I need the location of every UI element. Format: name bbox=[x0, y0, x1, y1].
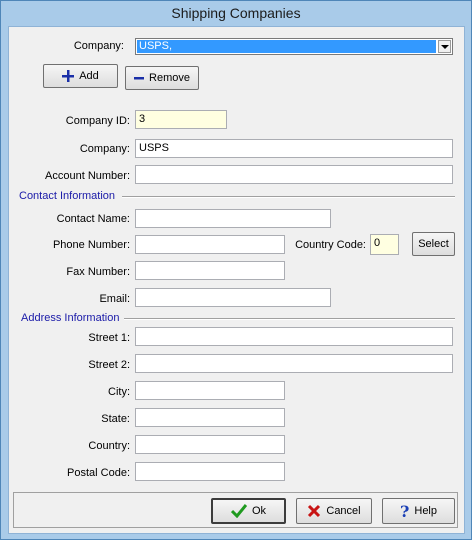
plus-icon bbox=[62, 70, 75, 82]
add-button[interactable]: Add bbox=[43, 64, 118, 88]
chevron-down-icon[interactable] bbox=[438, 40, 451, 53]
question-icon: ? bbox=[400, 501, 410, 521]
street1-label: Street 1: bbox=[88, 332, 130, 344]
phone-number-field[interactable] bbox=[135, 235, 285, 254]
company-id-field[interactable]: 3 bbox=[135, 110, 227, 129]
state-label: State: bbox=[101, 413, 130, 425]
street1-field[interactable] bbox=[135, 327, 453, 346]
dialog-window: Shipping Companies Company: USPS, Add Re… bbox=[0, 0, 472, 540]
contact-name-label: Contact Name: bbox=[56, 213, 130, 225]
x-icon bbox=[308, 504, 321, 518]
company-name-field[interactable]: USPS bbox=[135, 139, 453, 158]
contact-section-title: Contact Information bbox=[19, 190, 115, 202]
ok-button[interactable]: Ok bbox=[211, 498, 286, 524]
company-dropdown-value: USPS, bbox=[137, 40, 436, 53]
select-country-code-button[interactable]: Select bbox=[412, 232, 455, 256]
company-select-label: Company: bbox=[73, 40, 124, 52]
company-id-label: Company ID: bbox=[65, 115, 130, 127]
fax-number-field[interactable] bbox=[135, 261, 285, 280]
state-field[interactable] bbox=[135, 408, 285, 427]
dialog-body: Company: USPS, Add Remove Company ID: 3 … bbox=[8, 26, 465, 534]
country-field[interactable] bbox=[135, 435, 285, 454]
postal-code-field[interactable] bbox=[135, 462, 285, 481]
add-button-label: Add bbox=[79, 70, 99, 82]
cancel-button-label: Cancel bbox=[326, 505, 361, 517]
help-button[interactable]: ? Help bbox=[382, 498, 455, 524]
company-name-label: Company: bbox=[79, 143, 130, 155]
cancel-button[interactable]: Cancel bbox=[296, 498, 372, 524]
remove-button[interactable]: Remove bbox=[125, 66, 199, 90]
check-icon bbox=[230, 504, 247, 518]
help-button-label: Help bbox=[414, 505, 437, 517]
country-code-label: Country Code: bbox=[295, 239, 366, 251]
company-dropdown[interactable]: USPS, bbox=[135, 38, 453, 55]
account-number-label: Account Number: bbox=[45, 170, 130, 182]
country-code-field[interactable]: 0 bbox=[370, 234, 399, 255]
address-section-title: Address Information bbox=[21, 312, 120, 324]
postal-code-label: Postal Code: bbox=[67, 467, 130, 479]
fax-number-label: Fax Number: bbox=[66, 266, 130, 278]
city-field[interactable] bbox=[135, 381, 285, 400]
remove-button-label: Remove bbox=[149, 72, 190, 84]
email-label: Email: bbox=[99, 293, 130, 305]
contact-name-field[interactable] bbox=[135, 209, 331, 228]
minus-icon bbox=[134, 77, 145, 80]
country-label: Country: bbox=[88, 440, 130, 452]
city-label: City: bbox=[108, 386, 130, 398]
account-number-field[interactable] bbox=[135, 165, 453, 184]
phone-number-label: Phone Number: bbox=[52, 239, 130, 251]
ok-button-label: Ok bbox=[251, 505, 267, 517]
address-section-divider bbox=[124, 318, 455, 320]
street2-label: Street 2: bbox=[88, 359, 130, 371]
street2-field[interactable] bbox=[135, 354, 453, 373]
window-title: Shipping Companies bbox=[171, 5, 301, 21]
contact-section-divider bbox=[122, 196, 455, 198]
email-field[interactable] bbox=[135, 288, 331, 307]
